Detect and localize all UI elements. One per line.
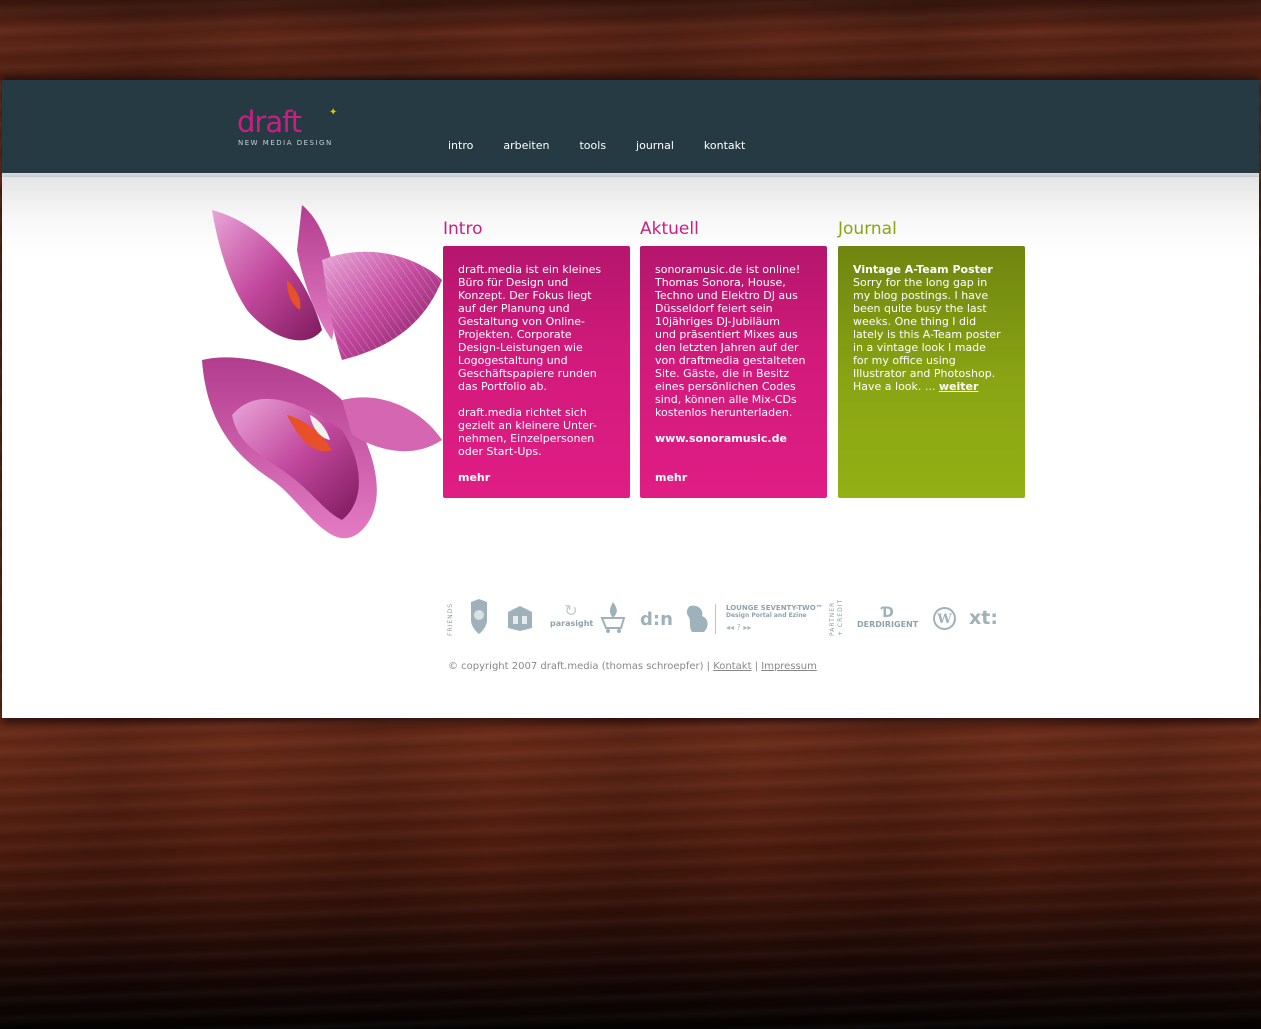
journal-post-text: Sorry for the long gap in my blog postin… (853, 276, 1001, 393)
journal-post-title[interactable]: Vintage A-Team Poster (853, 263, 1010, 276)
nav-item-kontakt[interactable]: kontakt (704, 139, 745, 153)
svg-text:W: W (936, 612, 952, 627)
cart-flame-logo-icon[interactable] (599, 600, 627, 634)
journal-post-body: Sorry for the long gap in my blog postin… (853, 276, 1010, 393)
partner-credit-label: PARTNER + CREDIT (829, 598, 844, 636)
intro-paragraph-1: draft.media ist ein kleines Büro für Des… (458, 263, 602, 393)
wood-top-shade (0, 0, 1261, 80)
lounge-subtitle: Design Portal and Ezine (726, 612, 807, 619)
dn-logo[interactable]: d:n (640, 609, 673, 630)
journal-weiter-link[interactable]: weiter (939, 380, 979, 393)
nav-item-tools[interactable]: tools (579, 139, 606, 153)
lounge-controls: ◂◂ ? ▸▸ (726, 623, 752, 632)
lion-logo-icon[interactable] (684, 602, 712, 636)
parasight-swirl-icon: ↻ (564, 601, 578, 620)
wordpress-logo-icon[interactable]: W (933, 607, 956, 630)
intro-paragraph-2: draft.media richtet sich gezielt an klei… (458, 406, 597, 458)
footer-impressum-link[interactable]: Impressum (761, 661, 817, 672)
journal-title: Journal (838, 219, 897, 239)
derdirigent-logo[interactable]: Ɗ DERDIRIGENT (857, 606, 918, 629)
aktuell-paragraph: sonoramusic.de ist online! Thomas Sonora… (655, 263, 806, 419)
footer-separator: | (751, 661, 762, 672)
partner-logo-strip: FRIENDS ↻ parasight d:n LOUNGE SEVENTY-T… (447, 596, 1007, 641)
crest-logo-icon[interactable] (467, 598, 491, 636)
lounge-title: LOUNGE SEVENTY-TWO™ (726, 604, 823, 612)
site-header (2, 80, 1259, 173)
parasight-label: parasight (550, 619, 594, 628)
building-logo-icon[interactable] (505, 604, 535, 632)
nav-item-journal[interactable]: journal (636, 139, 674, 153)
sparkle-icon: ✦ (329, 107, 338, 118)
logo-wordmark: draft (237, 105, 302, 139)
intro-title: Intro (443, 219, 483, 239)
intro-box: draft.media ist ein kleines Büro für Des… (443, 246, 630, 498)
main-nav: intro arbeiten tools journal kontakt (448, 139, 775, 153)
logo-tagline: NEW MEDIA DESIGN (238, 139, 333, 147)
xt-logo[interactable]: xt: (969, 607, 998, 629)
intro-more-link[interactable]: mehr (458, 471, 490, 484)
friends-label: FRIENDS (447, 602, 454, 636)
journal-box: Vintage A-Team Poster Sorry for the long… (838, 246, 1025, 498)
derdirigent-label: DERDIRIGENT (857, 620, 919, 629)
footer-kontakt-link[interactable]: Kontakt (713, 661, 751, 672)
aktuell-more-link[interactable]: mehr (655, 471, 687, 484)
nav-item-intro[interactable]: intro (448, 139, 473, 153)
footer: © copyright 2007 draft.media (thomas sch… (448, 661, 817, 672)
aktuell-box: sonoramusic.de ist online! Thomas Sonora… (640, 246, 827, 498)
aktuell-title: Aktuell (640, 219, 699, 239)
copyright-text: © copyright 2007 draft.media (thomas sch… (448, 661, 714, 672)
aktuell-site-link[interactable]: www.sonoramusic.de (655, 432, 812, 445)
iris-flower-image (202, 205, 442, 539)
site-logo[interactable]: draft ✦ NEW MEDIA DESIGN (237, 106, 347, 154)
derdirigent-d-icon: Ɗ (881, 605, 894, 621)
parasight-logo[interactable]: ↻ parasight (550, 601, 594, 629)
nav-item-arbeiten[interactable]: arbeiten (503, 139, 549, 153)
lounge-seventy-two-logo[interactable]: LOUNGE SEVENTY-TWO™ Design Portal and Ez… (726, 604, 823, 632)
lounge-divider (715, 604, 716, 634)
